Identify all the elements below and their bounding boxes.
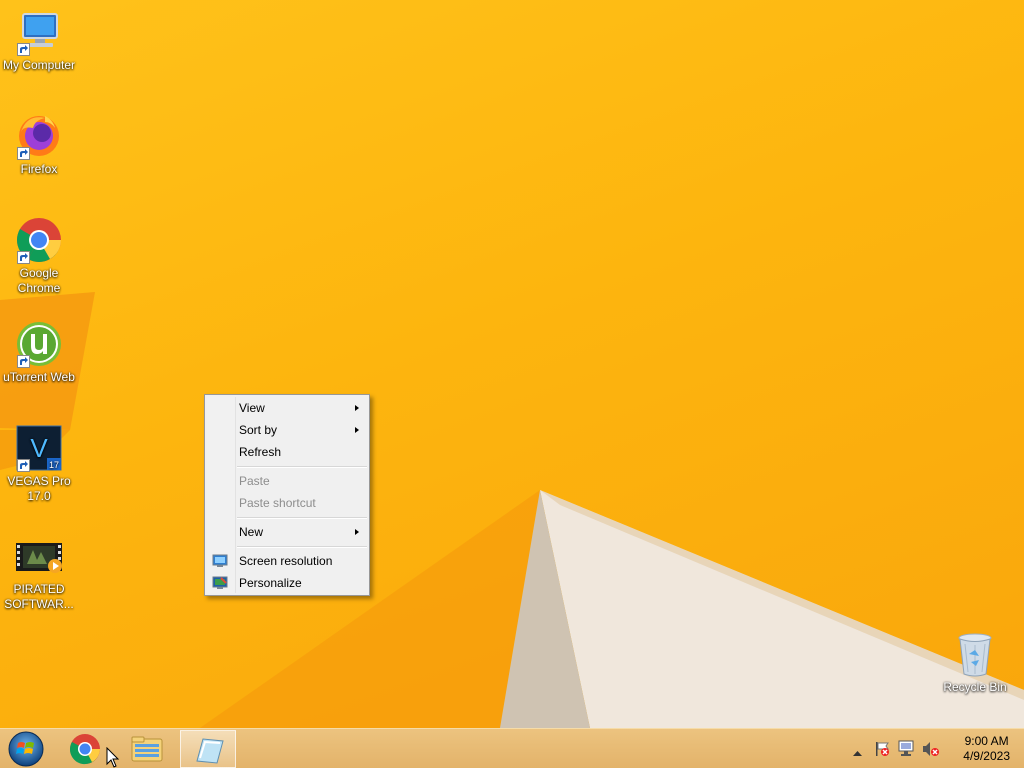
taskbar-file-explorer-button[interactable] bbox=[118, 730, 174, 768]
desktop-icon-vegas-pro[interactable]: V 17 VEGAS Pro 17.0 bbox=[0, 424, 78, 504]
desktop[interactable]: My Computer Firefox Google Chrome uTorre… bbox=[0, 0, 1024, 728]
menu-item-personalize[interactable]: Personalize bbox=[207, 572, 367, 594]
clock-time: 9:00 AM bbox=[964, 734, 1009, 748]
menu-item-label: New bbox=[239, 525, 264, 539]
utorrent-icon bbox=[15, 320, 63, 368]
shortcut-arrow-icon bbox=[17, 147, 30, 160]
desktop-icon-label: Firefox bbox=[20, 162, 58, 176]
desktop-icon-label: VEGAS Pro 17.0 bbox=[7, 474, 71, 503]
menu-item-label: Paste shortcut bbox=[239, 496, 316, 510]
my-computer-icon bbox=[15, 8, 63, 56]
menu-item-view[interactable]: View bbox=[207, 397, 367, 419]
desktop-icon-label: uTorrent Web bbox=[3, 370, 75, 384]
shortcut-arrow-icon bbox=[17, 43, 30, 56]
system-tray bbox=[848, 729, 948, 769]
menu-item-screen-resolution[interactable]: Screen resolution bbox=[207, 550, 367, 572]
taskbar-clock[interactable]: 9:00 AM 4/9/2023 bbox=[963, 734, 1010, 764]
desktop-icon-utorrent-web[interactable]: uTorrent Web bbox=[0, 320, 78, 385]
taskbar-chrome-button[interactable] bbox=[57, 730, 113, 768]
chrome-icon bbox=[69, 734, 100, 765]
taskbar-active-window-button[interactable] bbox=[180, 730, 236, 768]
desktop-icon-label: Recycle Bin bbox=[943, 680, 1007, 694]
menu-item-paste-shortcut: Paste shortcut bbox=[207, 492, 367, 514]
menu-item-label: View bbox=[239, 401, 265, 415]
start-button[interactable] bbox=[6, 730, 46, 768]
desktop-icon-google-chrome[interactable]: Google Chrome bbox=[0, 216, 78, 296]
desktop-icon-firefox[interactable]: Firefox bbox=[0, 112, 78, 177]
menu-item-label: Screen resolution bbox=[239, 554, 333, 568]
shortcut-arrow-icon bbox=[17, 251, 30, 264]
submenu-arrow-icon bbox=[355, 405, 359, 411]
video-file-icon bbox=[15, 540, 63, 576]
notepad-icon bbox=[196, 738, 224, 764]
vegas-letter: V bbox=[30, 433, 48, 463]
menu-item-paste: Paste bbox=[207, 470, 367, 492]
taskbar: 9:00 AM 4/9/2023 bbox=[0, 728, 1024, 768]
desktop-icon-label: Google Chrome bbox=[17, 266, 61, 295]
submenu-arrow-icon bbox=[355, 427, 359, 433]
recycle-bin-icon bbox=[951, 630, 999, 678]
desktop-icon-recycle-bin[interactable]: Recycle Bin bbox=[936, 630, 1014, 695]
desktop-context-menu: View Sort by Refresh Paste Paste shortcu… bbox=[204, 394, 370, 596]
wallpaper bbox=[0, 292, 1024, 728]
menu-item-sort-by[interactable]: Sort by bbox=[207, 419, 367, 441]
menu-item-refresh[interactable]: Refresh bbox=[207, 441, 367, 463]
menu-separator bbox=[237, 466, 367, 468]
vegas-version-badge: 17 bbox=[49, 460, 59, 470]
firefox-icon bbox=[15, 112, 63, 160]
menu-item-label: Sort by bbox=[239, 423, 278, 437]
menu-item-label: Personalize bbox=[239, 576, 302, 590]
windows-start-icon bbox=[8, 731, 44, 767]
action-center-flag-icon[interactable] bbox=[874, 741, 890, 760]
menu-item-label: Refresh bbox=[239, 445, 282, 459]
network-icon[interactable] bbox=[898, 740, 916, 761]
menu-separator bbox=[237, 517, 367, 519]
mouse-cursor-icon bbox=[106, 747, 120, 768]
menu-item-label: Paste bbox=[239, 474, 270, 488]
chrome-icon bbox=[15, 216, 63, 264]
menu-separator bbox=[237, 546, 367, 548]
vegas-pro-icon: V 17 bbox=[15, 424, 63, 472]
menu-item-new[interactable]: New bbox=[207, 521, 367, 543]
clock-date: 4/9/2023 bbox=[963, 749, 1010, 763]
personalize-icon bbox=[212, 575, 228, 591]
submenu-arrow-icon bbox=[355, 529, 359, 535]
volume-muted-icon[interactable] bbox=[922, 741, 940, 760]
desktop-icon-label: My Computer bbox=[2, 58, 76, 72]
shortcut-arrow-icon bbox=[17, 355, 30, 368]
show-hidden-icons-arrow[interactable] bbox=[853, 745, 862, 759]
desktop-icon-label: PIRATED SOFTWAR... bbox=[4, 582, 74, 611]
screen-resolution-icon bbox=[212, 553, 228, 569]
desktop-icon-my-computer[interactable]: My Computer bbox=[0, 8, 78, 73]
desktop-icon-pirated-software[interactable]: PIRATED SOFTWAR... bbox=[0, 540, 78, 612]
file-explorer-icon bbox=[131, 736, 163, 762]
shortcut-arrow-icon bbox=[17, 459, 30, 472]
